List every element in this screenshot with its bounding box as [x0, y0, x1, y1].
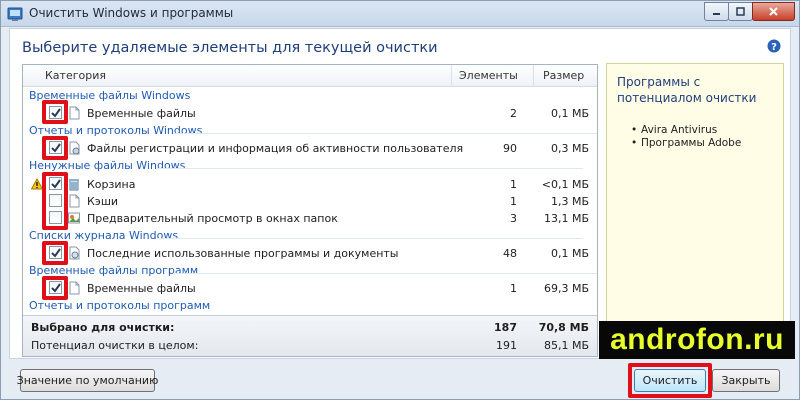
list-item[interactable]: Временные файлы 2 0,1 МБ [23, 105, 597, 122]
item-label: Корзина [87, 178, 136, 191]
summary-potential-size: 85,1 МБ [543, 339, 589, 352]
recycle-bin-icon [69, 179, 79, 191]
item-count: 1 [510, 195, 517, 208]
footer-bar: Значение по умолчанию Очистить Закрыть [1, 359, 799, 399]
highlight-box [42, 100, 68, 124]
app-icon [7, 7, 23, 21]
item-count: 48 [503, 247, 517, 260]
item-size: 0,1 МБ [550, 247, 589, 260]
column-divider [533, 65, 534, 87]
item-label: Предварительный просмотр в окнах папок [87, 212, 338, 225]
column-divider [451, 65, 452, 87]
item-count: 1 [510, 178, 517, 191]
highlight-box [42, 136, 68, 160]
group-title: Отчеты и протоколы программ [29, 299, 211, 312]
summary-potential-label: Потенциал очистки в целом: [31, 339, 199, 352]
window-title: Очистить Windows и программы [29, 6, 234, 20]
summary-panel: Выбрано для очистки: 187 70,8 МБ Потенци… [23, 315, 597, 356]
item-label: Последние использованные программы и док… [87, 247, 399, 260]
item-label: Файлы регистрации и информация об активн… [87, 142, 464, 155]
item-count: 90 [503, 142, 517, 155]
log-file-icon [69, 141, 80, 155]
cleanup-window: Очистить Windows и программы Выберите уд… [0, 0, 800, 400]
group-divider [173, 133, 597, 134]
summary-selected-label: Выбрано для очистки: [31, 321, 175, 334]
title-bar[interactable]: Очистить Windows и программы [1, 1, 799, 27]
summary-selected-count: 187 [494, 321, 517, 334]
item-label: Временные файлы [87, 107, 196, 120]
item-label: Кэши [87, 195, 119, 208]
list-item[interactable]: Корзина 1 <0,1 МБ [23, 176, 597, 193]
highlight-box [42, 276, 68, 300]
file-icon [69, 106, 80, 120]
maximize-button[interactable] [728, 2, 753, 21]
page-title: Выберите удаляемые элементы для текущей … [22, 40, 438, 56]
programs-panel-title: Программы с потенциалом очистки [617, 75, 757, 105]
highlight-box [42, 172, 68, 230]
item-label: Временные файлы [87, 282, 196, 295]
minimize-button[interactable] [704, 2, 729, 21]
list-item[interactable]: Временные файлы 1 69,3 МБ [23, 280, 597, 297]
programs-list: Avira Antivirus Программы Adobe [631, 124, 741, 150]
summary-potential-count: 191 [496, 339, 517, 352]
column-category[interactable]: Категория [45, 69, 106, 82]
item-size: 13,1 МБ [543, 212, 589, 225]
file-icon [69, 281, 80, 295]
summary-potential-row: Потенциал очистки в целом: 191 85,1 МБ [23, 337, 597, 355]
close-button[interactable]: Закрыть [712, 369, 780, 392]
programs-panel: Программы с потенциалом очистки Avira An… [606, 63, 784, 356]
group-divider [157, 168, 583, 169]
summary-selected-row: Выбрано для очистки: 187 70,8 МБ [23, 319, 597, 337]
maximize-icon [736, 7, 745, 16]
window-controls [704, 2, 795, 21]
file-icon [69, 194, 80, 208]
minimize-icon [713, 13, 720, 15]
summary-selected-size: 70,8 МБ [538, 321, 589, 334]
item-size: 0,1 МБ [550, 107, 589, 120]
watermark: androfon.ru [599, 321, 795, 359]
item-size: 1,3 МБ [550, 195, 589, 208]
list-header: Категория Элементы Размер [23, 65, 597, 87]
list-item[interactable]: Файлы регистрации и информация об активн… [23, 140, 597, 157]
item-size: 69,3 МБ [543, 282, 589, 295]
list-item[interactable]: Кэши 1 1,3 МБ [23, 193, 597, 210]
column-count[interactable]: Элементы [459, 69, 518, 82]
watermark-text: androfon.ru [610, 323, 784, 356]
close-icon [769, 7, 778, 16]
group-divider [157, 238, 583, 239]
item-count: 3 [510, 212, 517, 225]
item-size: 0,3 МБ [550, 142, 589, 155]
cleanup-list[interactable]: Категория Элементы Размер Временные файл… [22, 64, 598, 357]
list-item[interactable]: Предварительный просмотр в окнах папок 3… [23, 210, 597, 227]
list-item[interactable]: Последние использованные программы и док… [23, 245, 597, 262]
folder-preview-icon [68, 212, 80, 224]
help-icon[interactable]: ? [767, 39, 781, 53]
highlight-box [628, 363, 712, 398]
item-count: 1 [510, 282, 517, 295]
content-area: Выберите удаляемые элементы для текущей … [9, 28, 791, 359]
item-count: 2 [510, 107, 517, 120]
history-icon [69, 246, 80, 260]
default-settings-button[interactable]: Значение по умолчанию [17, 369, 158, 392]
svg-text:?: ? [771, 42, 777, 53]
group-divider [173, 273, 597, 274]
close-window-button[interactable] [752, 2, 795, 21]
item-size: <0,1 МБ [541, 178, 589, 191]
column-size[interactable]: Размер [543, 69, 584, 82]
highlight-box [42, 241, 68, 265]
group-title: Ненужные файлы Windows [29, 159, 186, 172]
program-item: Avira Antivirus [631, 124, 741, 137]
program-item: Программы Adobe [631, 137, 741, 150]
